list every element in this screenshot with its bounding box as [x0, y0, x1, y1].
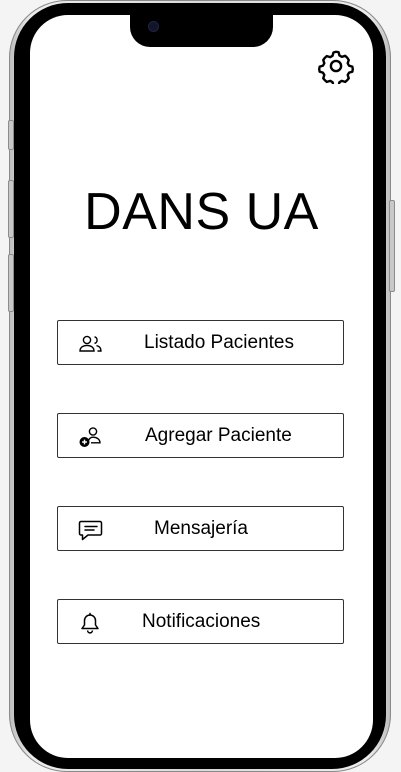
bell-icon	[81, 612, 99, 634]
menu-label: Notificaciones	[142, 611, 261, 632]
agregar-paciente-button[interactable]: Agregar Paciente	[57, 413, 344, 458]
add-user-icon	[79, 427, 101, 448]
listado-pacientes-button[interactable]: Listado Pacientes	[57, 320, 344, 365]
settings-button[interactable]	[314, 46, 358, 86]
app-title: DANS UA	[84, 183, 319, 241]
message-icon	[78, 520, 103, 541]
gear-icon	[317, 50, 354, 84]
menu-label: Agregar Paciente	[145, 425, 292, 446]
menu-label: Mensajería	[154, 518, 248, 539]
users-icon	[79, 335, 102, 352]
mensajeria-button[interactable]: Mensajería	[57, 506, 344, 551]
notch	[130, 15, 273, 47]
camera-icon	[148, 21, 159, 32]
menu-label: Listado Pacientes	[144, 332, 294, 353]
app-screen: DANS UA Listado Pacientes Agregar Pacien…	[30, 15, 373, 758]
notificaciones-button[interactable]: Notificaciones	[57, 599, 344, 644]
side-button	[389, 200, 395, 292]
